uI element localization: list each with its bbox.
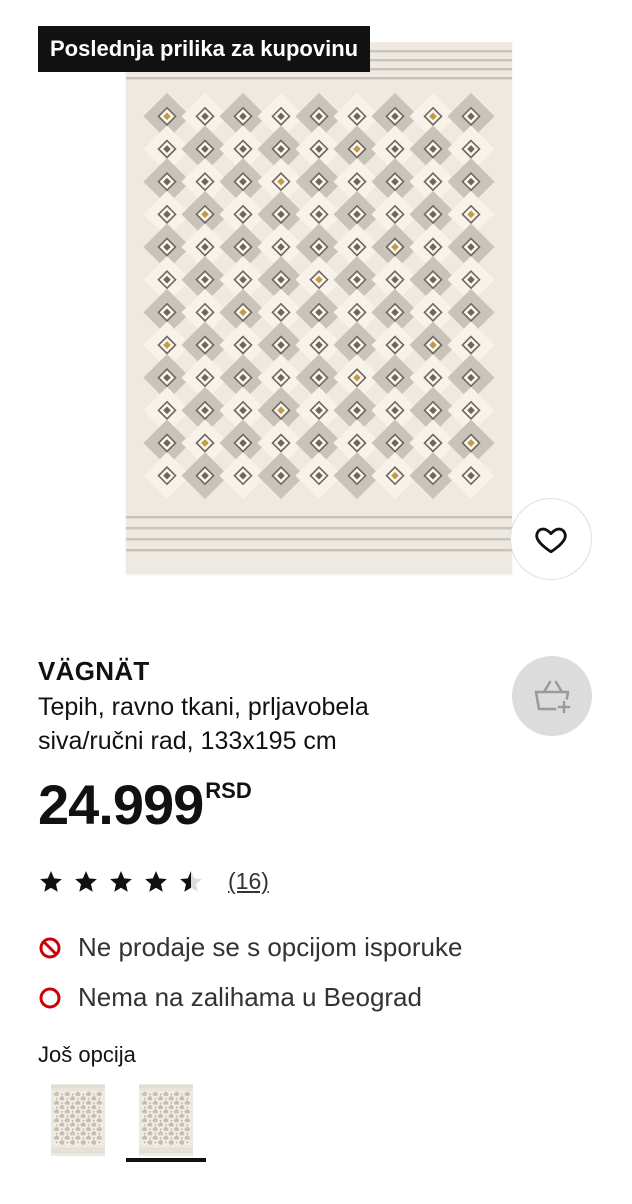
star-full-icon — [75, 870, 97, 892]
star-full-icon — [40, 870, 62, 892]
option-rug-image — [51, 1084, 105, 1156]
out-of-stock-icon — [39, 987, 61, 1008]
rating-row[interactable]: (16) — [38, 868, 269, 895]
option-rug-image — [139, 1084, 193, 1156]
product-price: 24.999RSD — [38, 772, 252, 837]
delivery-availability-text: Ne prodaje se s opcijom isporuke — [78, 932, 463, 962]
price-currency: RSD — [205, 778, 252, 803]
option-thumbnail-1[interactable] — [51, 1084, 105, 1156]
star-half-icon — [180, 870, 202, 892]
store-availability[interactable]: Nema na zalihama u Beograd — [38, 982, 422, 1013]
delivery-availability: Ne prodaje se s opcijom isporuke — [38, 932, 462, 963]
product-description: Tepih, ravno tkani, prljavobela siva/ruč… — [38, 693, 369, 755]
last-chance-badge: Poslednja prilika za kupovinu — [38, 26, 371, 72]
review-count-link[interactable]: (16) — [228, 868, 269, 895]
favourite-button[interactable] — [510, 498, 592, 580]
price-amount: 24.999 — [38, 773, 204, 836]
more-options-title: Još opcija — [38, 1042, 136, 1067]
star-full-icon — [110, 870, 132, 892]
star-full-icon — [145, 870, 167, 892]
no-delivery-icon — [39, 937, 61, 958]
rug-pattern — [126, 42, 512, 574]
star-rating — [38, 869, 204, 895]
product-image[interactable] — [126, 42, 512, 574]
product-name[interactable]: VÄGNÄT — [38, 656, 150, 687]
shopping-bag-add-icon — [534, 680, 572, 715]
heart-icon — [535, 527, 567, 554]
store-availability-text: Nema na zalihama u Beograd — [78, 982, 422, 1012]
selected-option-indicator — [126, 1158, 206, 1162]
option-thumbnail-2[interactable] — [139, 1084, 193, 1156]
add-to-cart-button[interactable] — [512, 656, 592, 736]
